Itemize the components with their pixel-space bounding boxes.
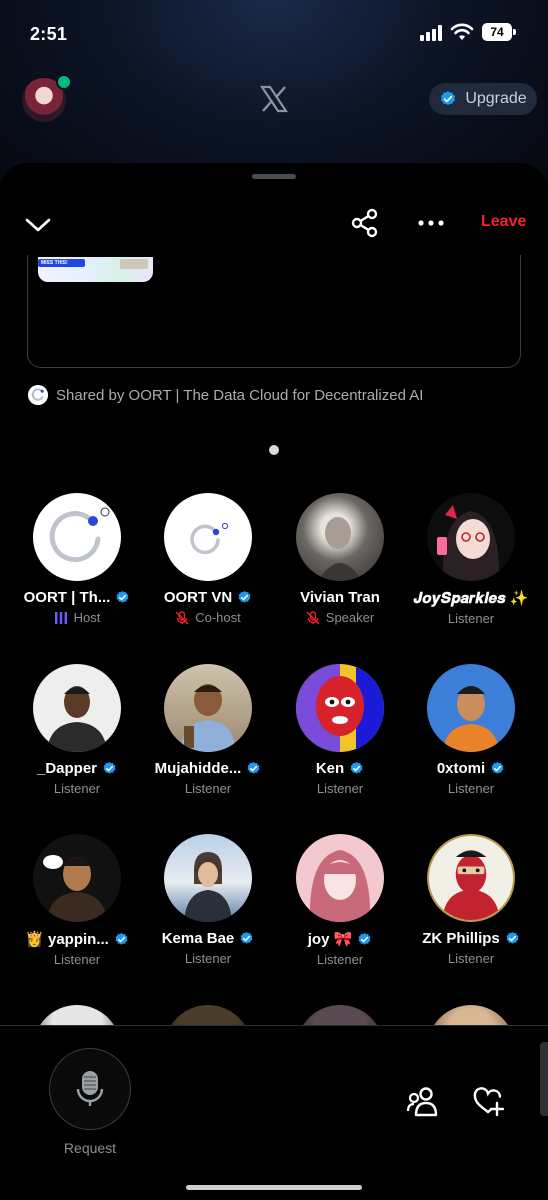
verified-badge-icon — [247, 761, 260, 774]
participant-avatar — [296, 664, 384, 752]
participant-card[interactable]: 👸 yappin... Listener — [11, 834, 143, 967]
online-status-dot — [56, 74, 72, 90]
participant-avatar — [164, 834, 252, 922]
participant-role: Listener — [53, 781, 101, 796]
participant-role: Listener — [53, 952, 101, 967]
participant-role: Listener — [447, 781, 495, 796]
participant-role: Listener — [447, 611, 495, 626]
shared-by-text: Shared by OORT | The Data Cloud for Dece… — [56, 386, 424, 404]
participant-name: OORT VN — [163, 589, 233, 606]
status-time: 2:51 — [30, 24, 68, 44]
mic-muted-icon — [306, 610, 320, 625]
participant-avatar — [33, 664, 121, 752]
participant-avatar — [164, 664, 252, 752]
x-logo-icon[interactable] — [259, 84, 289, 114]
people-icon[interactable] — [406, 1084, 440, 1118]
participant-avatar — [427, 493, 515, 581]
verified-badge-icon — [240, 931, 253, 944]
participant-name: 0xtomi — [436, 760, 486, 777]
more-options-icon[interactable] — [414, 211, 448, 235]
mic-muted-icon — [175, 610, 189, 625]
leave-button[interactable]: Leave — [481, 213, 526, 231]
participant-name: Ken — [315, 760, 345, 777]
status-bar: 2:51 74 — [0, 0, 548, 64]
participant-role: Listener — [316, 781, 364, 796]
participant-avatar — [427, 834, 515, 922]
cellular-signal-icon — [420, 25, 442, 41]
sheet-header: Leave — [0, 203, 548, 247]
thumbnail-tag: MISS THIS! — [38, 259, 85, 267]
chevron-down-icon[interactable] — [24, 211, 52, 239]
upgrade-button[interactable]: Upgrade — [429, 83, 537, 115]
participant-card[interactable]: joy 🎀 Listener — [274, 834, 406, 967]
oort-logo-icon — [28, 385, 48, 405]
participant-name: Kema Bae — [161, 930, 235, 947]
participant-name: 𝑱𝒐𝒚𝑺𝒑𝒂𝒓𝒌𝒍𝒆𝒔 ✨ — [413, 590, 529, 607]
participant-avatar — [296, 834, 384, 922]
verified-badge-icon — [103, 761, 116, 774]
participant-card[interactable]: OORT | Th... Host — [11, 493, 143, 625]
verified-badge-icon — [116, 590, 129, 603]
participant-name: _Dapper — [36, 760, 98, 777]
participant-card[interactable]: Mujahidde... Listener — [142, 664, 274, 796]
participant-card[interactable]: 𝑱𝒐𝒚𝑺𝒑𝒂𝒓𝒌𝒍𝒆𝒔 ✨ Listener — [405, 493, 537, 626]
shared-by-row[interactable]: Shared by OORT | The Data Cloud for Dece… — [28, 385, 423, 405]
participant-card[interactable]: Vivian Tran Speaker — [274, 493, 406, 625]
share-icon[interactable] — [350, 208, 380, 238]
participant-avatar — [296, 493, 384, 581]
participant-card[interactable]: Ken Listener — [274, 664, 406, 796]
shared-post-thumbnail[interactable]: MISS THIS! — [38, 257, 153, 282]
participant-name: Mujahidde... — [154, 760, 242, 777]
request-label: Request — [63, 1140, 117, 1156]
page-indicator-dot — [269, 445, 279, 455]
side-drawer-handle[interactable] — [540, 1042, 548, 1116]
verified-badge-icon — [358, 932, 371, 945]
sheet-grabber[interactable] — [252, 174, 296, 179]
app-header: Upgrade — [0, 64, 548, 154]
participant-role: Host — [73, 610, 101, 625]
participant-role: Listener — [184, 781, 232, 796]
battery-level: 74 — [482, 23, 512, 41]
verified-badge-icon — [238, 590, 251, 603]
participant-name: Vivian Tran — [300, 589, 380, 606]
wifi-icon — [450, 23, 474, 40]
sound-bars-icon — [54, 611, 67, 624]
participant-name: joy 🎀 — [307, 931, 353, 948]
participant-role: Listener — [447, 951, 495, 966]
participant-name: 👸 yappin... — [25, 931, 109, 948]
upgrade-label: Upgrade — [465, 90, 527, 107]
verified-badge-icon — [441, 91, 456, 106]
participant-avatar — [33, 493, 121, 581]
verified-badge-icon — [491, 761, 504, 774]
participant-role: Speaker — [325, 610, 375, 625]
participant-name: OORT | Th... — [23, 589, 111, 606]
participant-card[interactable]: Kema Bae Listener — [142, 834, 274, 966]
participant-card[interactable]: ZK Phillips Listener — [405, 834, 537, 966]
verified-badge-icon — [506, 931, 519, 944]
participant-role: Listener — [184, 951, 232, 966]
home-indicator[interactable] — [186, 1185, 362, 1190]
participant-name: ZK Phillips — [422, 930, 500, 947]
bottom-action-bar: Request — [0, 1025, 548, 1200]
participant-card[interactable]: _Dapper Listener — [11, 664, 143, 796]
heart-plus-icon[interactable] — [472, 1086, 504, 1118]
battery-icon: 74 — [482, 23, 518, 41]
participant-card[interactable]: OORT VN Co-host — [142, 493, 274, 625]
participant-role: Co-host — [195, 610, 241, 625]
verified-badge-icon — [350, 761, 363, 774]
request-mic-button[interactable] — [49, 1048, 131, 1130]
participant-avatar — [33, 834, 121, 922]
participant-avatar — [427, 664, 515, 752]
thumbnail-graphic — [120, 259, 148, 269]
verified-badge-icon — [115, 932, 128, 945]
participant-role: Listener — [316, 952, 364, 967]
participant-avatar — [164, 493, 252, 581]
participant-card[interactable]: 0xtomi Listener — [405, 664, 537, 796]
microphone-icon — [76, 1071, 104, 1106]
